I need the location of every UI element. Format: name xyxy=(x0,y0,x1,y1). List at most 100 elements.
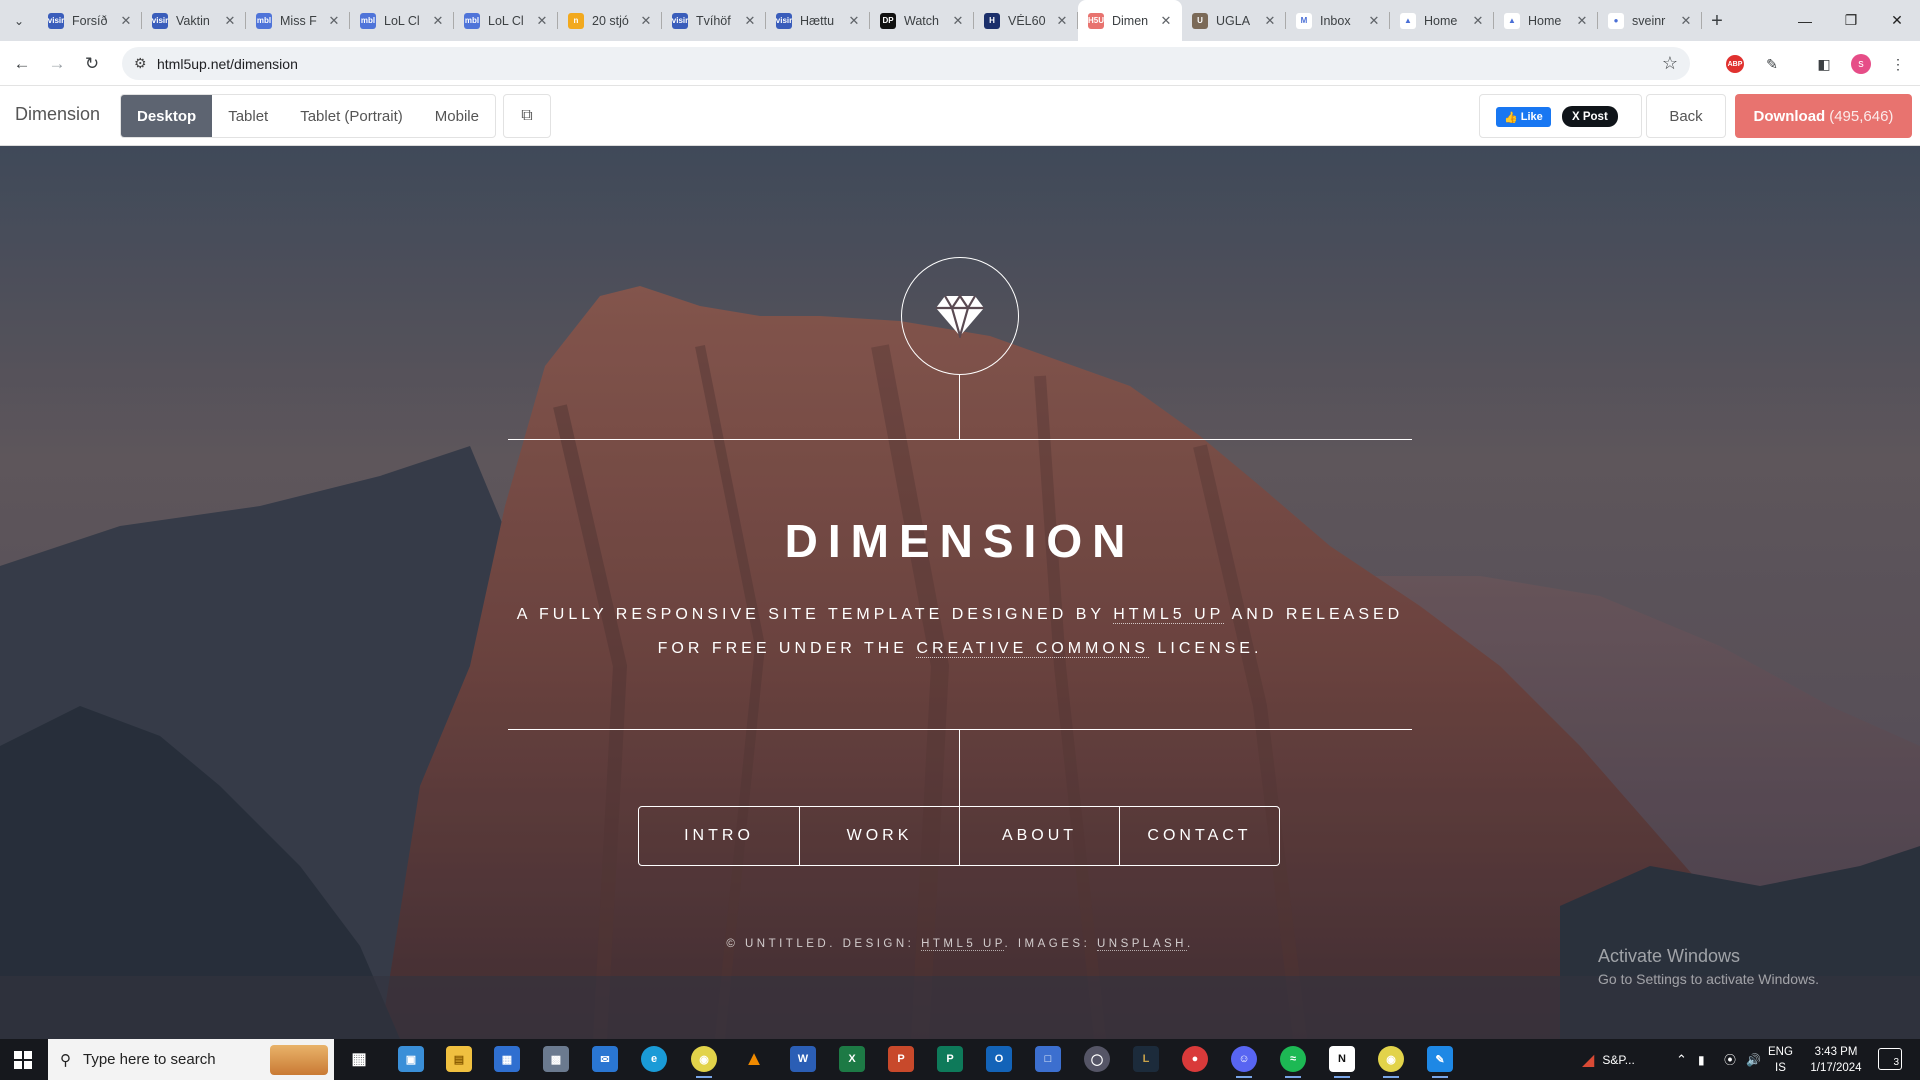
site-nav-link[interactable]: ABOUT xyxy=(959,807,1119,865)
tab-search-chevron-icon[interactable]: ⌄ xyxy=(8,10,30,32)
system-clock[interactable]: 3:43 PM 1/17/2024 xyxy=(1800,1044,1872,1076)
vlc-icon[interactable]: ▲ xyxy=(741,1046,767,1072)
browser-tab[interactable]: visir Forsíð ✕ xyxy=(38,0,142,41)
minimize-icon[interactable]: — xyxy=(1782,0,1828,41)
publisher-icon[interactable]: P xyxy=(937,1046,963,1072)
restore-icon[interactable]: ❐ xyxy=(1828,0,1874,41)
adblock-extension-icon[interactable]: ABP xyxy=(1723,52,1747,76)
x-post-button[interactable]: X Post xyxy=(1562,106,1618,127)
open-external-icon[interactable]: ⧉ xyxy=(503,94,551,138)
browser-tab[interactable]: visir Hættu ✕ xyxy=(766,0,870,41)
input-language[interactable]: ENG IS xyxy=(1768,1044,1793,1076)
tab-close-icon[interactable]: ✕ xyxy=(1574,13,1590,29)
tab-close-icon[interactable]: ✕ xyxy=(430,13,446,29)
task-view-icon[interactable]: ▦ xyxy=(346,1046,372,1072)
side-panel-icon[interactable]: ◧ xyxy=(1812,52,1836,76)
browser-tab[interactable]: mbl LoL Cl ✕ xyxy=(350,0,454,41)
app-icon-2[interactable]: ◯ xyxy=(1084,1046,1110,1072)
back-arrow-icon[interactable]: ← xyxy=(8,50,36,78)
device-option[interactable]: Desktop xyxy=(121,95,213,137)
app-icon-3[interactable]: ● xyxy=(1182,1046,1208,1072)
mail-icon[interactable]: ✉ xyxy=(592,1046,618,1072)
teams-icon[interactable]: □ xyxy=(1035,1046,1061,1072)
browser-tab[interactable]: ▲ Home ✕ xyxy=(1494,0,1598,41)
creative-commons-link[interactable]: Creative Commons xyxy=(916,640,1150,658)
tab-close-icon[interactable]: ✕ xyxy=(1158,13,1174,29)
tab-close-icon[interactable]: ✕ xyxy=(1366,13,1382,29)
calculator-icon[interactable]: ▩ xyxy=(543,1046,569,1072)
browser-tab[interactable]: DP Watch ✕ xyxy=(870,0,974,41)
browser-tab[interactable]: visir Vaktin ✕ xyxy=(142,0,246,41)
browser-tab[interactable]: ● sveinr ✕ xyxy=(1598,0,1702,41)
extensions-puzzle-icon[interactable]: ✎ xyxy=(1760,52,1784,76)
browser-tab[interactable]: n 20 stjó ✕ xyxy=(558,0,662,41)
excel-icon[interactable]: X xyxy=(839,1046,865,1072)
forward-arrow-icon[interactable]: → xyxy=(43,50,71,78)
site-nav-link[interactable]: WORK xyxy=(799,807,959,865)
network-icon[interactable]: ⦿ xyxy=(1724,1039,1736,1080)
file-explorer-icon[interactable]: ▤ xyxy=(446,1046,472,1072)
reload-icon[interactable]: ↻ xyxy=(78,50,106,78)
taskbar-search[interactable]: ⚲ Type here to search xyxy=(48,1039,334,1080)
battery-icon[interactable]: ▮ xyxy=(1698,1039,1705,1080)
bookmark-star-icon[interactable]: ☆ xyxy=(1662,53,1678,74)
app-icon-4[interactable]: ✎ xyxy=(1427,1046,1453,1078)
browser-tab[interactable]: M Inbox ✕ xyxy=(1286,0,1390,41)
chrome-icon[interactable]: ◉ xyxy=(691,1046,717,1078)
browser-tab[interactable]: mbl Miss F ✕ xyxy=(246,0,350,41)
footer-html5up-link[interactable]: HTML5 UP xyxy=(921,938,1005,951)
facebook-like-button[interactable]: 👍 Like xyxy=(1496,107,1551,127)
notification-center-icon[interactable]: 3 xyxy=(1878,1048,1902,1070)
browser-tab[interactable]: H VÉL60 ✕ xyxy=(974,0,1078,41)
browser-tab[interactable]: U UGLA ✕ xyxy=(1182,0,1286,41)
windows-start-icon[interactable] xyxy=(0,1039,46,1080)
browser-tab[interactable]: mbl LoL Cl ✕ xyxy=(454,0,558,41)
tab-close-icon[interactable]: ✕ xyxy=(1470,13,1486,29)
profile-avatar[interactable]: s xyxy=(1849,52,1873,76)
download-button[interactable]: Download (495,646) xyxy=(1735,94,1912,138)
url-text[interactable]: html5up.net/dimension xyxy=(157,56,298,72)
volume-icon[interactable]: 🔊 xyxy=(1746,1039,1761,1080)
site-nav-link[interactable]: INTRO xyxy=(639,807,799,865)
tab-close-icon[interactable]: ✕ xyxy=(1678,13,1694,29)
tray-chevron-icon[interactable]: ⌃ xyxy=(1676,1039,1687,1080)
close-window-icon[interactable]: ✕ xyxy=(1874,0,1920,41)
back-button[interactable]: Back xyxy=(1646,94,1726,138)
address-bar[interactable]: ⚙ html5up.net/dimension ☆ xyxy=(122,47,1690,80)
tab-close-icon[interactable]: ✕ xyxy=(534,13,550,29)
browser-tab[interactable]: H5U Dimen ✕ xyxy=(1078,0,1182,41)
device-option[interactable]: Tablet xyxy=(212,95,284,137)
footer-text-2: . Images: xyxy=(1004,938,1097,950)
store-icon[interactable]: ▦ xyxy=(494,1046,520,1072)
device-option[interactable]: Tablet (Portrait) xyxy=(284,95,419,137)
browser-tab[interactable]: ▲ Home ✕ xyxy=(1390,0,1494,41)
tab-close-icon[interactable]: ✕ xyxy=(1054,13,1070,29)
tray-app[interactable]: ◢ S&P... xyxy=(1582,1039,1635,1080)
app-icon-1[interactable]: ▣ xyxy=(398,1046,424,1072)
discord-icon[interactable]: ☺ xyxy=(1231,1046,1257,1078)
browser-menu-icon[interactable]: ⋮ xyxy=(1886,52,1910,76)
notion-icon[interactable]: N xyxy=(1329,1046,1355,1078)
powerpoint-icon[interactable]: P xyxy=(888,1046,914,1072)
tab-close-icon[interactable]: ✕ xyxy=(326,13,342,29)
new-tab-plus-icon[interactable]: + xyxy=(1704,8,1730,34)
html5up-link[interactable]: HTML5 UP xyxy=(1113,606,1225,624)
footer-unsplash-link[interactable]: Unsplash xyxy=(1096,938,1187,951)
device-option[interactable]: Mobile xyxy=(419,95,495,137)
tab-close-icon[interactable]: ✕ xyxy=(118,13,134,29)
chrome-icon-2[interactable]: ◉ xyxy=(1378,1046,1404,1078)
spotify-icon[interactable]: ≈ xyxy=(1280,1046,1306,1078)
site-nav-link[interactable]: CONTACT xyxy=(1119,807,1279,865)
site-info-icon[interactable]: ⚙ xyxy=(134,55,147,72)
browser-tab[interactable]: visir Tvíhöf ✕ xyxy=(662,0,766,41)
tab-close-icon[interactable]: ✕ xyxy=(742,13,758,29)
word-icon[interactable]: W xyxy=(790,1046,816,1072)
tab-close-icon[interactable]: ✕ xyxy=(950,13,966,29)
tab-close-icon[interactable]: ✕ xyxy=(638,13,654,29)
outlook-icon[interactable]: O xyxy=(986,1046,1012,1072)
tab-close-icon[interactable]: ✕ xyxy=(222,13,238,29)
edge-icon[interactable]: e xyxy=(641,1046,667,1072)
league-icon[interactable]: L xyxy=(1133,1046,1159,1072)
tab-close-icon[interactable]: ✕ xyxy=(846,13,862,29)
tab-close-icon[interactable]: ✕ xyxy=(1262,13,1278,29)
